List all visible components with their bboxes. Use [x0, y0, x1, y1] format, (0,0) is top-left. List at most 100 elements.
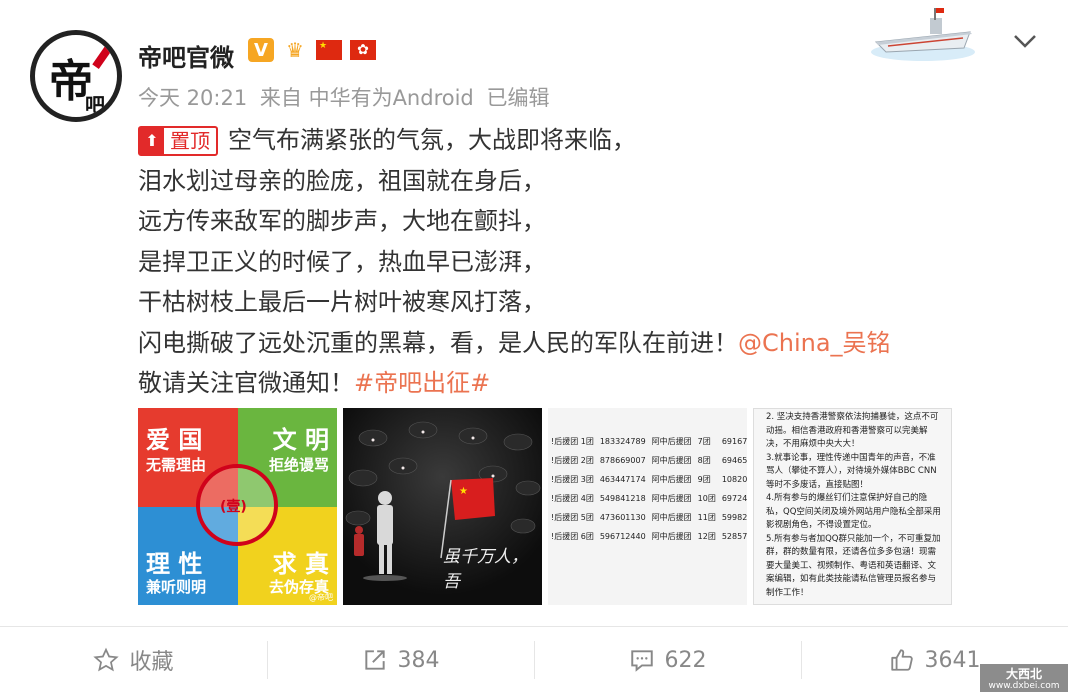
user-badges: V ♛ ★ ✿: [248, 38, 376, 62]
mention-link[interactable]: @China_吴铭: [738, 329, 891, 357]
post-edited: 已编辑: [486, 86, 550, 110]
crown-icon[interactable]: ♛: [282, 38, 308, 62]
table-cell: 阿中后援团: [651, 475, 692, 484]
table-cell: !后援团 3团: [551, 475, 594, 484]
watermark-title: 大西北: [1005, 667, 1042, 681]
table-cell: 阿中后援团: [651, 437, 692, 446]
table-cell: 549841218: [599, 494, 646, 503]
table-cell: 8团: [697, 456, 711, 465]
pinned-badge: ⬆ 置顶: [138, 126, 218, 157]
post-line-2: 泪水划过母亲的脸庞，祖国就在身后，: [138, 166, 546, 195]
table-cell: 183324789: [599, 437, 646, 446]
hongkong-flag-icon: ✿: [350, 40, 376, 60]
notice-paragraph: 5.所有参与者加QQ群只能加一个，不可重复加群，群的数量有限，还请各位多多包涵！…: [766, 533, 941, 598]
table-cell: 10820: [721, 475, 747, 484]
table-row: !后援团 1团 183324789 阿中后援团 7团 69167: [548, 432, 747, 451]
site-watermark: 大西北 www.dxbei.com: [980, 664, 1068, 692]
table-cell: !后援团 1团: [551, 437, 594, 446]
notice-text: 2. 坚决支持香港警察依法拘捕暴徒，这点不可动摇。相信香港政府和香港警察可以完美…: [766, 411, 942, 600]
table-cell: 463447174: [599, 475, 646, 484]
comment-button[interactable]: 622: [534, 627, 801, 693]
thumb-text: 拒绝谩骂: [268, 456, 329, 474]
table-row: !后援团 4团 549841218 阿中后援团 10团 69724: [548, 489, 747, 508]
repost-button[interactable]: 384: [267, 627, 534, 693]
table-cell: 7团: [697, 437, 711, 446]
post-text: 闪电撕破了远处沉重的黑幕，看，是人民的军队在前进！: [138, 328, 738, 357]
share-icon: [364, 650, 385, 670]
table-cell: 阿中后援团: [651, 494, 692, 503]
thumb-corner-text: @帝吧: [309, 593, 333, 602]
table-row: !后援团 6团 596712440 阿中后援团 12团 52857: [548, 527, 747, 546]
chevron-down-icon[interactable]: [1010, 26, 1040, 56]
hashtag-link[interactable]: #帝吧出征#: [354, 369, 490, 397]
post-line-1: ⬆ 置顶 空气布满紧张的气氛，大战即将来临，: [138, 120, 1018, 161]
table-row: !后援团 2团 878669007 阿中后援团 8团 69465: [548, 451, 747, 470]
verified-v-icon[interactable]: V: [248, 38, 274, 62]
table-cell: 69167: [721, 437, 747, 446]
post-text: 空气布满紧张的气氛，大战即将来临，: [228, 126, 636, 154]
thumb-text: 理 性: [146, 550, 203, 578]
avatar[interactable]: 帝 吧: [30, 30, 122, 122]
table-cell: 11团: [697, 513, 716, 522]
table-cell: !后援团 4团: [551, 494, 594, 503]
table-cell: 9团: [697, 475, 711, 484]
post-content: ⬆ 置顶 空气布满紧张的气氛，大战即将来临， 泪水划过母亲的脸庞，祖国就在身后，…: [138, 120, 1018, 404]
notice-paragraph: 4.所有参与的爆丝钉们注意保护好自己的隐私，QQ空间关闭及境外网站用户隐私全部采…: [766, 493, 941, 530]
favorite-label: 收藏: [129, 650, 174, 675]
notice-paragraph: 3.就事论事，理性传递中国青年的声音，不准骂人（攀徒不算人），对待境外媒体BBC…: [766, 452, 937, 490]
post-line-3: 远方传来敌军的脚步声，大地在颤抖，: [138, 207, 546, 235]
seal-text: (壹): [220, 499, 247, 515]
avatar-red-mark: [92, 43, 114, 69]
repost-count: 384: [397, 647, 440, 673]
thumb-text: 兼听则明: [146, 578, 207, 596]
image-thumbnail-2[interactable]: ★ 虽千万人，吾: [343, 408, 542, 605]
post-meta: 今天 20:21 来自 中华有为Android 已编辑: [138, 82, 555, 112]
post-line-5: 干枯树枝上最后一片树叶被寒风打落，: [138, 288, 546, 316]
image-thumbnail-3[interactable]: !后援团 1团 183324789 阿中后援团 7团 69167 !后援团 2团 87866…: [548, 408, 747, 605]
table-cell: 473601130: [599, 513, 646, 522]
post-line-7: 敬请关注官微通知！#帝吧出征#: [138, 363, 1018, 404]
thumb-text: 求 真: [272, 550, 329, 578]
table-cell: 596712440: [599, 532, 646, 541]
star-icon: [93, 647, 120, 672]
table-cell: !后援团 2团: [551, 456, 594, 465]
watermark-url: www.dxbei.com: [988, 681, 1060, 691]
post-line-6: 闪电撕破了远处沉重的黑幕，看，是人民的军队在前进！@China_吴铭: [138, 323, 1018, 364]
table-cell: !后援团 6团: [551, 532, 594, 541]
post-time[interactable]: 今天 20:21: [138, 86, 247, 110]
post-source[interactable]: 来自 中华有为Android: [260, 86, 474, 110]
thumb-text: 无需理由: [146, 456, 207, 474]
svg-text:★: ★: [459, 486, 468, 497]
comment-icon: [630, 650, 653, 672]
table-cell: 10团: [697, 494, 716, 503]
thumb-caption: 虽千万人，吾: [443, 547, 528, 592]
notice-paragraph: 2. 坚决支持香港警察依法拘捕暴徒，这点不可动摇。相信香港政府和香港警察可以完美…: [766, 412, 939, 449]
comment-count: 622: [664, 647, 707, 673]
image-thumbnail-1[interactable]: 爱 国 无需理由 文 明 拒绝谩骂 理 性 兼听则明 求 真 去伪存真 (壹) …: [138, 408, 337, 605]
image-thumbnail-4[interactable]: 2. 坚决支持香港警察依法拘捕暴徒，这点不可动摇。相信香港政府和香港警察可以完美…: [753, 408, 952, 605]
table-cell: 12团: [697, 532, 716, 541]
avatar-text-small: 吧: [85, 93, 105, 117]
post-line-4: 是捍卫正义的时候了，热血早已澎湃，: [138, 247, 546, 276]
table-cell: 69465: [721, 456, 747, 465]
group-number-table: !后援团 1团 183324789 阿中后援团 7团 69167 !后援团 2团 87866…: [548, 432, 747, 546]
favorite-button[interactable]: 收藏: [0, 627, 267, 693]
post-text: 敬请关注官微通知！: [138, 369, 354, 397]
like-count: 3641: [924, 647, 981, 673]
action-bar: 收藏 384 622 3641: [0, 626, 1068, 693]
warship-decoration-icon: [871, 8, 975, 61]
table-cell: 59982: [721, 513, 747, 522]
table-cell: 阿中后援团: [651, 532, 692, 541]
thumbs-up-icon: [890, 649, 913, 671]
table-cell: !后援团 5团: [551, 513, 594, 522]
table-cell: 阿中后援团: [651, 513, 692, 522]
table-row: !后援团 3团 463447174 阿中后援团 9团 10820: [548, 470, 747, 489]
user-name[interactable]: 帝吧官微: [138, 38, 234, 73]
thumb-text: 爱 国: [146, 426, 203, 454]
pin-icon: ⬆: [140, 128, 164, 155]
china-flag-icon: ★: [316, 40, 342, 60]
table-cell: 阿中后援团: [651, 456, 692, 465]
table-cell: 69724: [721, 494, 747, 503]
thumb-text: 文 明: [272, 426, 329, 454]
table-row: !后援团 5团 473601130 阿中后援团 11团 59982: [548, 508, 747, 527]
